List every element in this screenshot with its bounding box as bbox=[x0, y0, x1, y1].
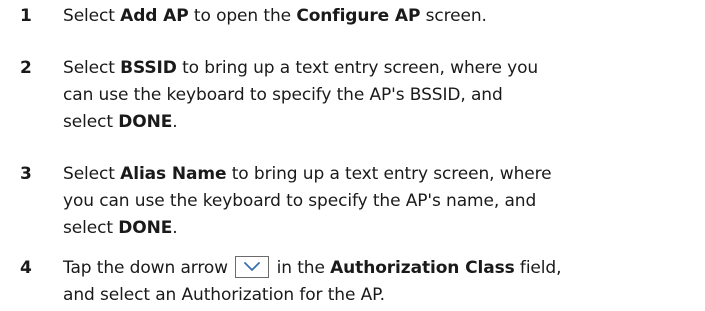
text-run: screen. bbox=[420, 6, 487, 26]
text-line: Select Add AP to open the Configure AP s… bbox=[63, 3, 703, 30]
bold-term: BSSID bbox=[120, 58, 177, 78]
step-number: 1 bbox=[20, 6, 32, 26]
text-line: can use the keyboard to specify the AP's… bbox=[63, 82, 703, 109]
text-run: Tap the down arrow bbox=[63, 258, 234, 278]
bold-term: Configure AP bbox=[296, 6, 421, 26]
bold-term: Add AP bbox=[120, 6, 189, 26]
step-text: Select Alias Name to bring up a text ent… bbox=[63, 161, 703, 242]
text-run: to bring up a text entry screen, where bbox=[226, 164, 552, 184]
step-3: 3 Select Alias Name to bring up a text e… bbox=[0, 161, 705, 245]
instruction-steps: 1 Select Add AP to open the Configure AP… bbox=[0, 0, 705, 309]
step-text: Tap the down arrow in the Authorization … bbox=[63, 255, 703, 309]
step-text: Select BSSID to bring up a text entry sc… bbox=[63, 55, 703, 136]
step-2: 2 Select BSSID to bring up a text entry … bbox=[0, 55, 705, 139]
text-run: you can use the keyboard to specify the … bbox=[63, 191, 537, 211]
step-text: Select Add AP to open the Configure AP s… bbox=[63, 3, 703, 30]
text-run: in the bbox=[271, 258, 331, 278]
bold-term: DONE bbox=[118, 218, 173, 238]
text-line: Select BSSID to bring up a text entry sc… bbox=[63, 55, 703, 82]
text-run: . bbox=[172, 218, 178, 238]
step-4: 4 Tap the down arrow in the Authorizatio… bbox=[0, 255, 705, 311]
text-run: and select an Authorization for the AP. bbox=[63, 285, 385, 305]
step-number: 3 bbox=[20, 164, 32, 184]
text-run: Select bbox=[63, 164, 121, 184]
text-run: to open the bbox=[188, 6, 297, 26]
text-run: select bbox=[63, 112, 119, 132]
text-run: field, bbox=[514, 258, 562, 278]
step-number: 2 bbox=[20, 58, 32, 78]
text-line: and select an Authorization for the AP. bbox=[63, 282, 703, 309]
text-line: select DONE. bbox=[63, 215, 703, 242]
step-number: 4 bbox=[20, 258, 32, 278]
step-1: 1 Select Add AP to open the Configure AP… bbox=[0, 3, 705, 33]
bold-term: DONE bbox=[118, 112, 173, 132]
bold-term: Alias Name bbox=[120, 164, 227, 184]
text-line: select DONE. bbox=[63, 109, 703, 136]
text-run: to bring up a text entry screen, where y… bbox=[176, 58, 539, 78]
text-run: select bbox=[63, 218, 119, 238]
text-run: Select bbox=[63, 6, 121, 26]
text-run: Select bbox=[63, 58, 121, 78]
text-run: can use the keyboard to specify the AP's… bbox=[63, 85, 503, 105]
chevron-down-icon bbox=[235, 256, 270, 278]
text-line: Select Alias Name to bring up a text ent… bbox=[63, 161, 703, 188]
bold-term: Authorization Class bbox=[330, 258, 515, 278]
text-line: you can use the keyboard to specify the … bbox=[63, 188, 703, 215]
text-line: Tap the down arrow in the Authorization … bbox=[63, 255, 703, 282]
text-run: . bbox=[172, 112, 178, 132]
